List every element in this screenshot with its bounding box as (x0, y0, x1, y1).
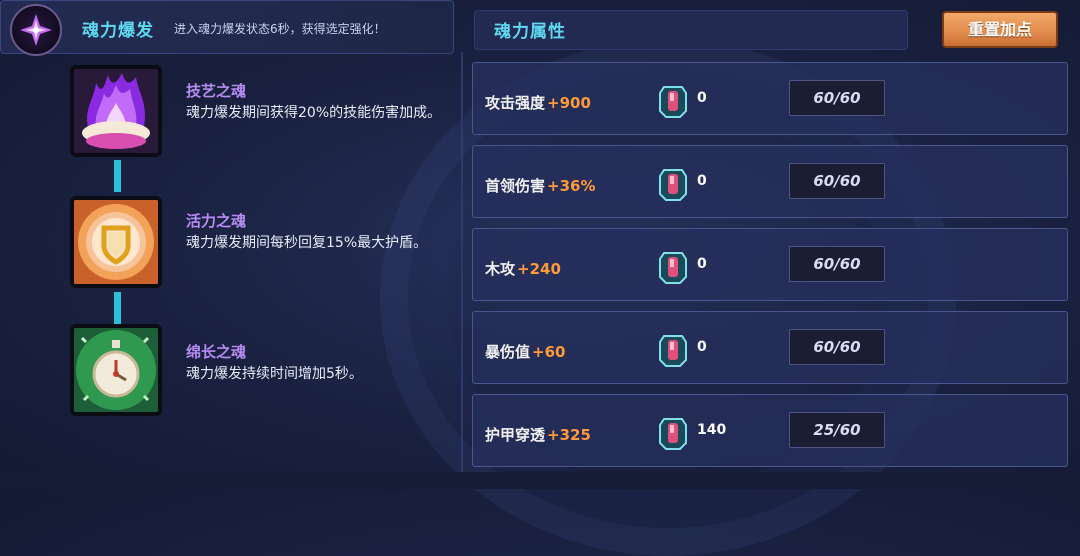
soul-burst-description: 进入魂力爆发状态6秒，获得选定强化！ (174, 22, 386, 36)
attribute-label: 护甲穿透 +325 (485, 426, 591, 444)
attribute-row[interactable]: 木攻 +240 0 60/60 (472, 228, 1068, 301)
gem-count: 0 (697, 339, 707, 355)
bottom-edge (0, 472, 1080, 489)
skill-name-vitality-soul: 活力之魂 (186, 212, 247, 230)
soul-gem-icon (659, 252, 687, 284)
attribute-row[interactable]: 暴伤值 +60 0 60/60 (472, 311, 1068, 384)
attribute-bonus: +240 (517, 260, 561, 278)
skill-desc-craft-soul: 魂力爆发期间获得20%的技能伤害加成。 (186, 105, 442, 121)
soul-gem-icon (659, 418, 687, 450)
attribute-row[interactable]: 首领伤害 +36% 0 60/60 (472, 145, 1068, 218)
attribute-bonus: +900 (547, 94, 591, 112)
skill-name-enduring-soul: 绵长之魂 (186, 343, 247, 361)
reset-points-button[interactable]: 重置加点 (942, 11, 1058, 48)
attribute-bonus: +36% (547, 177, 596, 195)
attribute-bonus: +325 (547, 426, 591, 444)
attributes-title: 魂力属性 (494, 22, 566, 42)
gem-count: 0 (697, 90, 707, 106)
attribute-bonus: +60 (532, 343, 566, 361)
attribute-level: 25/60 (789, 412, 885, 448)
attribute-label: 攻击强度 +900 (485, 94, 591, 112)
gem-count: 0 (697, 256, 707, 272)
panel-divider (461, 52, 463, 472)
attribute-level: 60/60 (789, 329, 885, 365)
attribute-label: 木攻 +240 (485, 260, 561, 278)
soul-gem-icon (659, 335, 687, 367)
attribute-level: 60/60 (789, 80, 885, 116)
attribute-level: 60/60 (789, 163, 885, 199)
gem-count: 0 (697, 173, 707, 189)
soul-burst-title: 魂力爆发 (82, 21, 154, 41)
skill-connector (114, 160, 121, 192)
skill-desc-enduring-soul: 魂力爆发持续时间增加5秒。 (186, 366, 363, 382)
skill-name-craft-soul: 技艺之魂 (186, 82, 247, 100)
stopwatch-icon[interactable] (70, 324, 162, 416)
attribute-label: 首领伤害 +36% (485, 177, 596, 195)
attribute-label: 暴伤值 +60 (485, 343, 566, 361)
gem-count: 140 (697, 422, 727, 438)
skill-desc-vitality-soul: 魂力爆发期间每秒回复15%最大护盾。 (186, 235, 428, 251)
soul-burst-icon (10, 4, 62, 56)
soul-gem-icon (659, 86, 687, 118)
attribute-row[interactable]: 攻击强度 +900 0 60/60 (472, 62, 1068, 135)
purple-flame-shell-icon[interactable] (70, 65, 162, 157)
skill-connector (114, 292, 121, 324)
attribute-level: 60/60 (789, 246, 885, 282)
attribute-row[interactable]: 护甲穿透 +325 140 25/60 (472, 394, 1068, 467)
shield-sun-icon[interactable] (70, 196, 162, 288)
soul-gem-icon (659, 169, 687, 201)
